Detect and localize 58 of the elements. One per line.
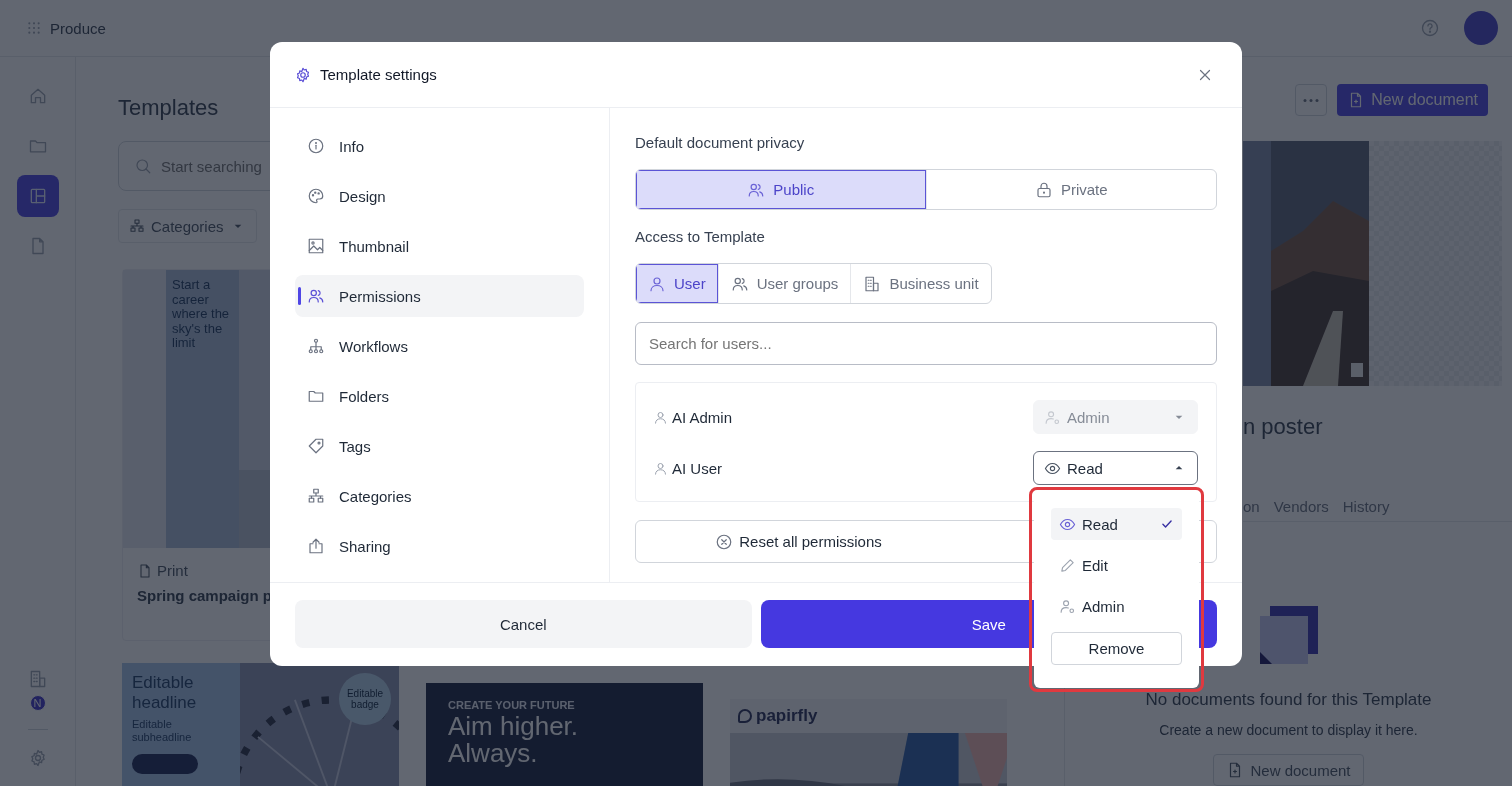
grid-icon[interactable] bbox=[26, 20, 42, 36]
settings-nav-item[interactable]: Design bbox=[295, 175, 584, 217]
hierarchy-icon bbox=[307, 487, 325, 505]
info-icon bbox=[307, 137, 325, 155]
image-icon bbox=[307, 237, 325, 255]
page-title: Templates bbox=[118, 95, 220, 122]
document-type: Print bbox=[157, 562, 188, 579]
cta-pill bbox=[132, 754, 198, 774]
poster-eyebrow: CREATE YOUR FUTURE bbox=[448, 699, 576, 711]
lock-icon bbox=[1034, 180, 1053, 199]
app-name: Produce bbox=[50, 19, 106, 37]
share-icon bbox=[307, 537, 325, 555]
template-title: n poster bbox=[1243, 414, 1324, 440]
user-name: AI User bbox=[672, 459, 722, 477]
dialog-title: Template settings bbox=[320, 66, 437, 83]
tag-icon bbox=[307, 437, 325, 455]
settings-icon bbox=[294, 65, 312, 84]
user-icon bbox=[653, 409, 668, 425]
role-dropdown[interactable]: Read bbox=[1033, 451, 1198, 485]
hierarchy-icon bbox=[307, 337, 325, 355]
remove-button[interactable]: Remove bbox=[1051, 632, 1182, 665]
user-gear-icon bbox=[1059, 597, 1076, 615]
users-icon bbox=[307, 287, 325, 305]
more-icon bbox=[1303, 98, 1320, 102]
cancel-button[interactable]: Cancel bbox=[295, 600, 752, 648]
settings-nav-item[interactable]: Thumbnail bbox=[295, 225, 584, 267]
empty-state-title: No documents found for this Template bbox=[1145, 690, 1432, 710]
hierarchy-icon bbox=[129, 218, 145, 234]
section-label: Access to Template bbox=[635, 228, 766, 245]
layout-nav-button[interactable] bbox=[16, 175, 59, 217]
menu-option[interactable]: Read bbox=[1051, 508, 1182, 540]
user-search-field[interactable]: Search for users... bbox=[635, 322, 1217, 365]
user-name: AI Admin bbox=[672, 408, 733, 426]
document-icon bbox=[137, 562, 153, 579]
user-gear-icon bbox=[1044, 408, 1061, 426]
settings-nav-item[interactable]: Info bbox=[295, 125, 584, 167]
avatar[interactable] bbox=[1464, 11, 1498, 45]
user-icon bbox=[653, 460, 668, 476]
close-circle-icon bbox=[715, 532, 734, 551]
privacy-option[interactable]: Private bbox=[925, 170, 1216, 209]
search-icon bbox=[134, 157, 152, 175]
privacy-option[interactable]: Public bbox=[636, 170, 926, 209]
documents-illustration bbox=[1259, 606, 1318, 664]
brand-logo: papirfly bbox=[756, 706, 818, 726]
more-button[interactable] bbox=[1295, 84, 1328, 116]
help-icon bbox=[1420, 18, 1440, 38]
pencil-icon bbox=[1059, 556, 1076, 574]
building-icon bbox=[863, 274, 882, 293]
empty-state-text: Create a new document to display it here. bbox=[1159, 722, 1418, 738]
access-tab[interactable]: Business unit bbox=[850, 264, 991, 303]
user-icon bbox=[648, 274, 666, 293]
section-label: Default document privacy bbox=[635, 134, 806, 151]
poster-headline: Aim higher. Always. bbox=[448, 713, 580, 767]
settings-nav-item[interactable]: Permissions bbox=[295, 275, 584, 317]
palette-icon bbox=[307, 187, 325, 205]
logo-mark bbox=[738, 709, 752, 723]
access-tab[interactable]: User groups bbox=[717, 264, 851, 303]
access-tab[interactable]: User bbox=[636, 264, 718, 303]
